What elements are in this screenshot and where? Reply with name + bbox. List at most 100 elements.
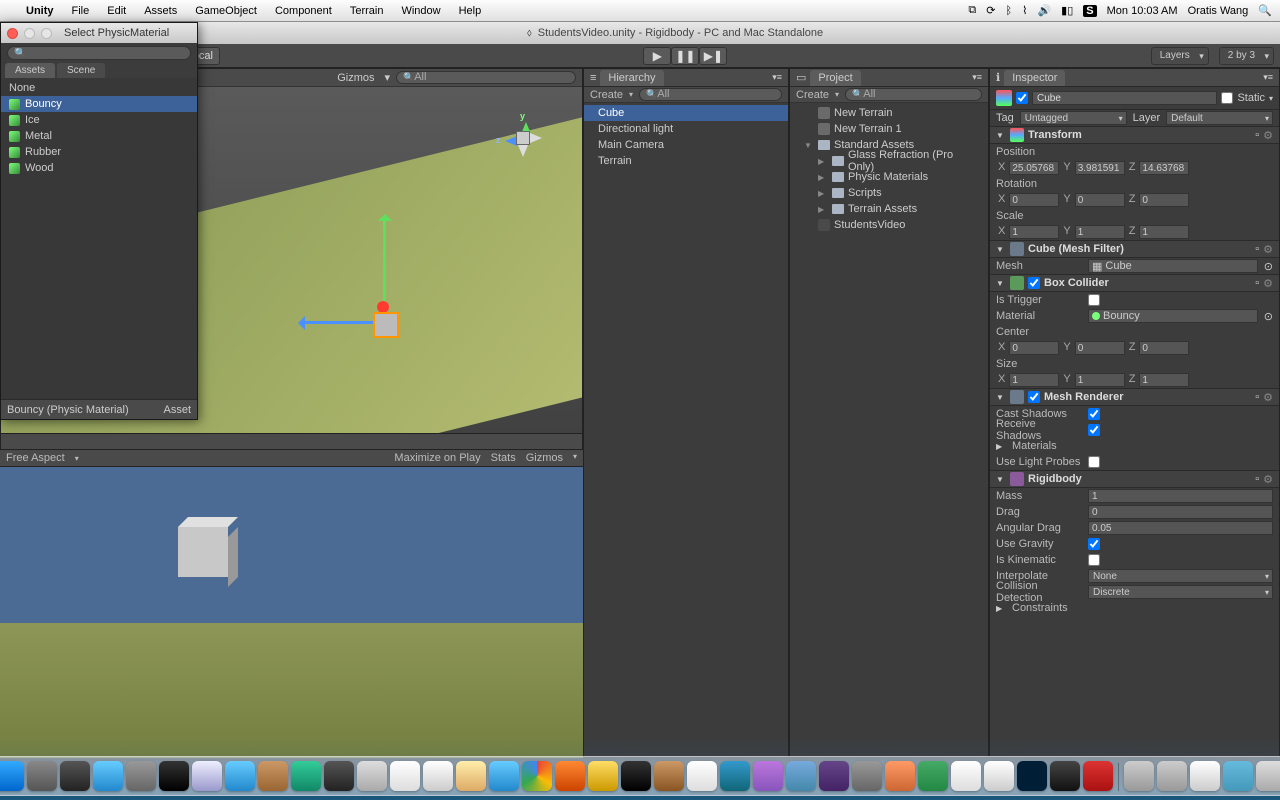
probes-checkbox[interactable] — [1088, 456, 1100, 468]
textedit-icon[interactable] — [687, 761, 717, 791]
volume-icon[interactable]: 🔊 — [1037, 4, 1051, 17]
static-checkbox[interactable] — [1221, 92, 1233, 104]
active-checkbox[interactable] — [1016, 92, 1028, 104]
gear-icon[interactable]: ⚙ — [1263, 243, 1273, 256]
panel-menu-icon[interactable]: ▾≡ — [972, 72, 982, 83]
notes-icon[interactable] — [456, 761, 486, 791]
menu-terrain[interactable]: Terrain — [350, 5, 384, 17]
bluetooth-icon[interactable]: ᛒ — [1005, 5, 1012, 17]
close-button[interactable] — [7, 28, 18, 39]
picker-item-bouncy[interactable]: Bouncy — [1, 96, 197, 112]
zoom-button[interactable] — [41, 28, 52, 39]
project-create[interactable]: Create — [796, 89, 829, 101]
interp-dropdown[interactable]: None — [1088, 569, 1273, 583]
photoshop-icon[interactable] — [1017, 761, 1047, 791]
project-folder[interactable]: ▶Glass Refraction (Pro Only) — [790, 153, 988, 169]
pos-x[interactable] — [1009, 161, 1059, 175]
mission-control-icon[interactable] — [60, 761, 90, 791]
launchpad-icon[interactable] — [27, 761, 57, 791]
center-y[interactable] — [1075, 341, 1125, 355]
messages-icon[interactable] — [357, 761, 387, 791]
gear-icon[interactable]: ⚙ — [1263, 473, 1273, 486]
mass-field[interactable] — [1088, 489, 1273, 503]
pause-button[interactable]: ❚❚ — [671, 47, 699, 65]
hierarchy-item-light[interactable]: Directional light — [584, 121, 788, 137]
sysprefs-icon[interactable] — [126, 761, 156, 791]
trigger-checkbox[interactable] — [1088, 294, 1100, 306]
photobooth-icon[interactable] — [324, 761, 354, 791]
wifi-icon[interactable]: ⌇ — [1022, 4, 1027, 17]
angdrag-field[interactable] — [1088, 521, 1273, 535]
safari-icon[interactable] — [225, 761, 255, 791]
game-gizmos-toggle[interactable]: Gizmos — [526, 452, 563, 464]
applications-folder-icon[interactable] — [1124, 761, 1154, 791]
hierarchy-search[interactable]: 🔍All — [639, 88, 782, 101]
help-icon[interactable]: ▫ — [1255, 391, 1259, 403]
layers-dropdown[interactable]: Layers — [1151, 47, 1209, 65]
app-name[interactable]: Unity — [26, 5, 54, 17]
layer-dropdown[interactable]: Default — [1166, 111, 1273, 125]
trash-icon[interactable] — [1256, 761, 1280, 791]
size-z[interactable] — [1139, 373, 1189, 387]
center-x[interactable] — [1009, 341, 1059, 355]
dashboard-icon[interactable] — [159, 761, 189, 791]
help-icon[interactable]: ▫ — [1255, 129, 1259, 141]
finder-icon[interactable] — [0, 761, 24, 791]
firefox-icon[interactable] — [555, 761, 585, 791]
project-folder[interactable]: ▶Terrain Assets — [790, 201, 988, 217]
gravity-checkbox[interactable] — [1088, 538, 1100, 550]
inspector-tab[interactable]: Inspector — [1004, 70, 1065, 86]
size-x[interactable] — [1009, 373, 1059, 387]
scene-search[interactable]: 🔍All — [396, 71, 576, 84]
object-picker-icon[interactable]: ⊙ — [1264, 310, 1273, 323]
app-icon[interactable] — [951, 761, 981, 791]
unity-icon[interactable] — [1050, 761, 1080, 791]
object-name-field[interactable] — [1032, 91, 1217, 105]
constraints-label[interactable]: Constraints — [1012, 602, 1098, 614]
project-tab[interactable]: Project — [810, 70, 860, 86]
hierarchy-item-camera[interactable]: Main Camera — [584, 137, 788, 153]
sync-icon[interactable]: ⟳ — [986, 4, 995, 17]
menu-gameobject[interactable]: GameObject — [195, 5, 257, 17]
play-button[interactable]: ▶ — [643, 47, 671, 65]
object-picker-icon[interactable]: ⊙ — [1264, 260, 1273, 273]
rot-y[interactable] — [1075, 193, 1125, 207]
meshrenderer-header[interactable]: ▼ Mesh Renderer ▫⚙ — [990, 388, 1279, 406]
expand-arrow-icon[interactable]: ▶ — [818, 173, 828, 182]
materials-label[interactable]: Materials — [1012, 440, 1098, 452]
transform-header[interactable]: ▼ Transform ▫⚙ — [990, 126, 1279, 144]
boxcollider-header[interactable]: ▼ Box Collider ▫⚙ — [990, 274, 1279, 292]
maximize-toggle[interactable]: Maximize on Play — [394, 452, 480, 464]
drag-field[interactable] — [1088, 505, 1273, 519]
clock[interactable]: Mon 10:03 AM — [1107, 5, 1178, 17]
chrome-icon[interactable] — [522, 761, 552, 791]
cast-checkbox[interactable] — [1088, 408, 1100, 420]
aspect-dropdown[interactable]: Free Aspect — [6, 452, 65, 464]
appstore-icon[interactable] — [93, 761, 123, 791]
app-icon[interactable] — [753, 761, 783, 791]
meshfilter-header[interactable]: ▼ Cube (Mesh Filter) ▫⚙ — [990, 240, 1279, 258]
x-axis-arrow[interactable] — [301, 321, 381, 324]
expand-arrow-icon[interactable]: ▶ — [818, 157, 828, 166]
downloads-stack-icon[interactable] — [1223, 761, 1253, 791]
picker-item-metal[interactable]: Metal — [1, 128, 197, 144]
layout-dropdown[interactable]: 2 by 3 — [1219, 47, 1274, 65]
picker-item-none[interactable]: None — [1, 80, 197, 96]
app-icon[interactable] — [621, 761, 651, 791]
calendar-icon[interactable] — [390, 761, 420, 791]
expand-arrow-icon[interactable]: ▼ — [804, 141, 814, 150]
app-icon[interactable] — [1083, 761, 1113, 791]
app-icon[interactable] — [786, 761, 816, 791]
picker-item-wood[interactable]: Wood — [1, 160, 197, 176]
documents-folder-icon[interactable] — [1157, 761, 1187, 791]
scale-z[interactable] — [1139, 225, 1189, 239]
hierarchy-item-cube[interactable]: Cube — [584, 105, 788, 121]
center-z[interactable] — [1139, 341, 1189, 355]
picker-tab-scene[interactable]: Scene — [57, 63, 105, 78]
facetime-icon[interactable] — [291, 761, 321, 791]
picker-titlebar[interactable]: Select PhysicMaterial — [1, 23, 197, 43]
spotlight-icon[interactable]: 🔍 — [1258, 4, 1272, 17]
component-enabled[interactable] — [1028, 277, 1040, 289]
gizmos-toggle[interactable]: Gizmos — [337, 72, 374, 84]
preview-icon[interactable] — [720, 761, 750, 791]
